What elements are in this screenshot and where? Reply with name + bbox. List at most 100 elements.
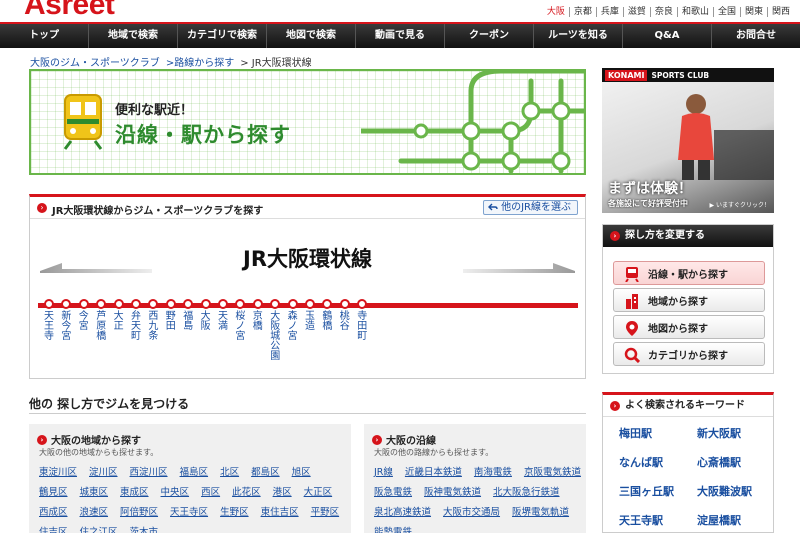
area-link[interactable]: 港区 — [273, 484, 292, 498]
keyword-link[interactable]: なんば駅 — [619, 454, 697, 470]
nav-coupon[interactable]: クーポン — [445, 24, 534, 48]
railway-link[interactable]: 近畿日本鉄道 — [405, 464, 462, 478]
search-by-area-button[interactable]: 地域から探す — [613, 288, 765, 312]
region-nara[interactable]: 奈良 — [649, 7, 677, 17]
nav-area-search[interactable]: 地域で検索 — [89, 24, 178, 48]
search-by-line-button[interactable]: 沿線・駅から探す — [613, 261, 765, 285]
railway-link[interactable]: 阪神電気鉄道 — [424, 484, 481, 498]
region-kansai[interactable]: 関西 — [766, 7, 794, 17]
arrow-bullet-icon: › — [37, 203, 47, 213]
keyword-list: 梅田駅 新大阪駅 なんば駅 心斎橋駅 三国ヶ丘駅 大阪難波駅 天王寺駅 淀屋橋駅 — [619, 425, 769, 528]
railway-link[interactable]: 能勢電鉄 — [374, 524, 412, 533]
station-name: 京橋 — [252, 311, 263, 332]
search-by-category-button[interactable]: カテゴリから探す — [613, 342, 765, 366]
area-link[interactable]: 福島区 — [180, 464, 209, 478]
station-name: 桜ノ宮 — [235, 311, 246, 342]
other-jr-line-button[interactable]: 他のJR線を選ぶ — [483, 200, 578, 215]
nav-top[interactable]: トップ — [0, 24, 89, 48]
station-name: 弁天町 — [131, 311, 141, 342]
region-shiga[interactable]: 滋賀 — [622, 7, 650, 17]
area-link[interactable]: 鶴見区 — [39, 484, 68, 498]
area-link[interactable]: 旭区 — [292, 464, 311, 478]
area-link[interactable]: 淀川区 — [89, 464, 118, 478]
area-link[interactable]: 北区 — [220, 464, 239, 478]
station-dot — [287, 299, 298, 309]
site-logo[interactable]: Asreet — [24, 0, 115, 22]
keywords-box: › よく検索されるキーワード 梅田駅 新大阪駅 なんば駅 心斎橋駅 三国ヶ丘駅 大阪難波駅… — [602, 392, 774, 533]
region-wakayama[interactable]: 和歌山 — [676, 7, 713, 17]
keyword-link[interactable]: 三国ヶ丘駅 — [619, 483, 697, 499]
keyword-link[interactable]: 梅田駅 — [619, 425, 697, 441]
station-name: 天王寺 — [44, 311, 54, 342]
nav-map-search[interactable]: 地図で検索 — [267, 24, 356, 48]
station-name: 大正 — [113, 311, 124, 332]
search-method-title: 探し方を変更する — [625, 230, 705, 241]
ad-caption: まずは体験！ — [608, 181, 692, 197]
nav-contact[interactable]: お問合せ — [712, 24, 800, 48]
ad-click-hint: ▶ いますぐクリック！ — [709, 202, 770, 209]
railway-link[interactable]: JR線 — [374, 464, 393, 478]
nav-category-search[interactable]: カテゴリで検索 — [178, 24, 267, 48]
area-link[interactable]: 東淀川区 — [39, 464, 77, 478]
railway-link[interactable]: 南海電鉄 — [474, 464, 512, 478]
search-by-line-label: 沿線・駅から探す — [648, 269, 728, 281]
konami-ad-banner[interactable]: KONAMI SPORTS CLUB まずは体験！ 各施設にて好評受付中 ▶ い… — [602, 68, 774, 213]
breadcrumb-parent[interactable]: >路線から探す — [166, 54, 234, 69]
region-kanto[interactable]: 関東 — [739, 7, 767, 17]
station-dot — [252, 299, 263, 309]
other-jr-line-label: 他のJR線を選ぶ — [501, 202, 571, 213]
station-name: 森ノ宮 — [287, 311, 298, 342]
station-dot — [165, 299, 176, 309]
keyword-link[interactable]: 大阪難波駅 — [697, 483, 769, 499]
area-link[interactable]: 阿倍野区 — [120, 504, 158, 518]
lines-panel-desc: 大阪の他の路線からも探せます。 — [374, 448, 494, 457]
keyword-link[interactable]: 新大阪駅 — [697, 425, 769, 441]
railway-link[interactable]: 大阪市交通局 — [443, 504, 500, 518]
railway-link[interactable]: 阪急電鉄 — [374, 484, 412, 498]
railway-link[interactable]: 泉北高速鉄道 — [374, 504, 431, 518]
area-link[interactable]: 天王寺区 — [170, 504, 208, 518]
nav-roots[interactable]: ルーツを知る — [534, 24, 623, 48]
station-name: 野田 — [165, 311, 176, 332]
area-link[interactable]: 住之江区 — [80, 524, 118, 533]
lines-panel-title: › 大阪の沿線 — [372, 432, 436, 447]
lines-panel: › 大阪の沿線 大阪の他の路線からも探せます。 JR線 近畿日本鉄道 南海電鉄 京阪電気… — [364, 424, 586, 533]
nav-qa[interactable]: Q&A — [623, 24, 712, 48]
area-link[interactable]: 中央区 — [161, 484, 190, 498]
building-icon — [626, 294, 638, 309]
area-panel-desc: 大阪の他の地域からも探せます。 — [39, 448, 159, 457]
search-by-area-label: 地域から探す — [648, 296, 708, 308]
area-link[interactable]: 城東区 — [80, 484, 109, 498]
breadcrumb-home[interactable]: 大阪のジム・スポーツクラブ — [30, 54, 160, 69]
station-name: 大阪城公園 — [270, 311, 281, 362]
area-links: 東淀川区 淀川区 西淀川区 福島区 北区 都島区 旭区鶴見区 城東区 東成区 中央区 西区 此花区 港区… — [39, 464, 344, 533]
area-link[interactable]: 平野区 — [311, 504, 340, 518]
area-link[interactable]: 東住吉区 — [261, 504, 299, 518]
railway-link[interactable]: 阪堺電気軌道 — [512, 504, 569, 518]
area-link[interactable]: 西成区 — [39, 504, 68, 518]
line-card-title: JR大阪環状線からジム・スポーツクラブを探す — [52, 206, 264, 217]
station-dot — [78, 299, 89, 309]
area-link[interactable]: 此花区 — [232, 484, 261, 498]
area-link[interactable]: 都島区 — [251, 464, 280, 478]
area-link[interactable]: 東成区 — [120, 484, 149, 498]
keyword-link[interactable]: 心斎橋駅 — [697, 454, 769, 470]
keyword-link[interactable]: 淀屋橋駅 — [697, 512, 769, 528]
area-link[interactable]: 西区 — [201, 484, 220, 498]
search-by-map-button[interactable]: 地図から探す — [613, 315, 765, 339]
area-link[interactable]: 浪速区 — [80, 504, 109, 518]
region-zenkoku[interactable]: 全国 — [712, 7, 740, 17]
area-link[interactable]: 住吉区 — [39, 524, 68, 533]
railway-link[interactable]: 北大阪急行鉄道 — [493, 484, 560, 498]
region-osaka[interactable]: 大阪 — [543, 7, 569, 17]
area-link[interactable]: 西淀川区 — [130, 464, 168, 478]
station-name: 新今宮 — [61, 311, 72, 342]
region-hyogo[interactable]: 兵庫 — [595, 7, 623, 17]
keyword-link[interactable]: 天王寺駅 — [619, 512, 697, 528]
railway-link[interactable]: 京阪電気鉄道 — [524, 464, 581, 478]
area-link[interactable]: 茨木市 — [130, 524, 159, 533]
area-link[interactable]: 生野区 — [220, 504, 249, 518]
nav-video[interactable]: 動画で見る — [356, 24, 445, 48]
region-kyoto[interactable]: 京都 — [568, 7, 596, 17]
area-link[interactable]: 大正区 — [304, 484, 333, 498]
